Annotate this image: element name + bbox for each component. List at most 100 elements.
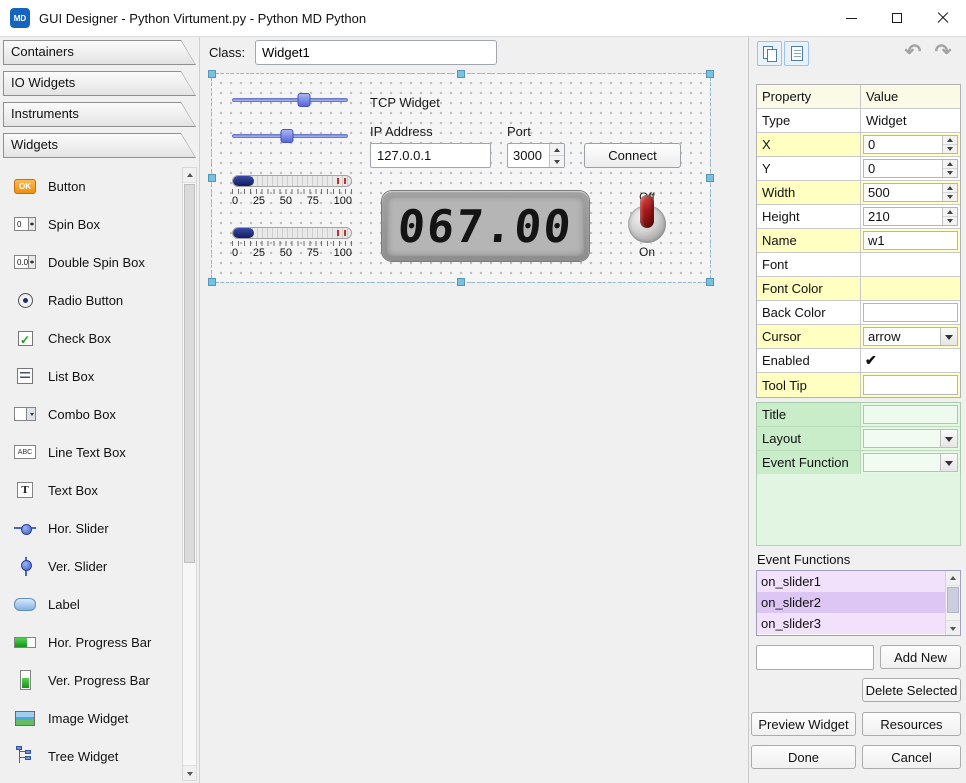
slider-knob[interactable] [297, 93, 310, 107]
palette-item-ver-slider[interactable]: Ver. Slider [0, 547, 183, 585]
scale-slider-1[interactable]: 0255075100 [232, 175, 352, 207]
scale-slider-2[interactable]: 0255075100 [232, 227, 352, 259]
palette-item-check-box[interactable]: Check Box [0, 319, 183, 357]
resize-handle[interactable] [457, 278, 465, 286]
back-color-input[interactable] [863, 303, 958, 322]
spin-down-icon[interactable] [550, 156, 564, 167]
new-event-input[interactable] [756, 645, 874, 670]
class-name-input[interactable] [255, 40, 497, 65]
palette-item-double-spin-box[interactable]: 0.0 Double Spin Box [0, 243, 183, 281]
spin-up-icon[interactable] [943, 208, 957, 217]
spin-down-icon[interactable] [943, 193, 957, 201]
section-instruments[interactable]: Instruments [3, 102, 196, 127]
maximize-button[interactable] [874, 0, 920, 36]
name-input[interactable]: w1 [863, 231, 958, 250]
minimize-button[interactable] [828, 0, 874, 36]
ip-address-input[interactable]: 127.0.0.1 [370, 143, 491, 168]
resize-handle[interactable] [208, 278, 216, 286]
preview-widget-button[interactable]: Preview Widget [751, 712, 856, 736]
scrollbar-thumb[interactable] [184, 184, 195, 563]
lcd-display: 067.00 [382, 191, 589, 261]
slider-knob[interactable] [280, 129, 293, 143]
scroll-up-icon[interactable] [946, 571, 960, 586]
x-spinbox[interactable]: 0 [863, 135, 958, 154]
connect-button[interactable]: Connect [584, 143, 681, 168]
spin-up-icon[interactable] [943, 184, 957, 193]
minimize-icon [846, 18, 857, 19]
slider-handle[interactable] [233, 228, 254, 238]
redo-button[interactable] [931, 41, 955, 65]
palette-item-tree-widget[interactable]: Tree Widget [0, 737, 183, 775]
undo-button[interactable] [901, 41, 925, 65]
toggle-knob[interactable] [628, 205, 666, 243]
section-io-widgets[interactable]: IO Widgets [3, 71, 196, 96]
design-canvas[interactable]: TCP Widget IP Address Port 127.0.0.1 300… [211, 73, 711, 283]
resources-button[interactable]: Resources [862, 712, 961, 736]
palette-item-list-box[interactable]: List Box [0, 357, 183, 395]
spin-down-icon[interactable] [943, 217, 957, 225]
h-slider-1[interactable] [232, 92, 348, 108]
palette-item-text-box[interactable]: T Text Box [0, 471, 183, 509]
spin-up-icon[interactable] [943, 136, 957, 145]
done-button[interactable]: Done [751, 745, 856, 769]
resize-handle[interactable] [208, 174, 216, 182]
add-new-button[interactable]: Add New [880, 645, 961, 669]
scroll-down-icon[interactable] [946, 620, 960, 635]
palette-item-label[interactable]: Label [0, 585, 183, 623]
title-input[interactable] [863, 405, 958, 424]
cursor-dropdown[interactable]: arrow [863, 327, 958, 346]
tool-tip-input[interactable] [863, 375, 958, 395]
resize-handle[interactable] [706, 174, 714, 182]
resize-handle[interactable] [208, 70, 216, 78]
slider-handle[interactable] [233, 176, 254, 186]
palette-item-line-text-box[interactable]: ABC Line Text Box [0, 433, 183, 471]
list-item-selected[interactable]: on_slider2 [757, 592, 946, 613]
chevron-down-icon[interactable] [940, 328, 957, 345]
palette-item-image-widget[interactable]: Image Widget [0, 699, 183, 737]
close-button[interactable] [920, 0, 966, 36]
port-spinbox[interactable]: 3000 [507, 143, 565, 168]
scrollbar-thumb[interactable] [947, 587, 959, 613]
spin-down-icon[interactable] [943, 145, 957, 153]
delete-selected-button[interactable]: Delete Selected [862, 678, 961, 702]
event-function-dropdown[interactable] [863, 453, 958, 472]
list-item[interactable]: on_slider1 [757, 571, 946, 592]
paste-button[interactable] [784, 41, 809, 66]
enabled-checkbox[interactable]: ✔ [861, 352, 877, 369]
palette-item-hor-slider[interactable]: Hor. Slider [0, 509, 183, 547]
list-item[interactable]: on_slider3 [757, 613, 946, 634]
width-spinbox[interactable]: 500 [863, 183, 958, 202]
section-containers[interactable]: Containers [3, 40, 196, 65]
spin-up-icon[interactable] [943, 160, 957, 169]
resize-handle[interactable] [706, 70, 714, 78]
scroll-down-icon[interactable] [183, 765, 196, 780]
copy-button[interactable] [757, 41, 782, 66]
palette-item-spin-box[interactable]: 0 Spin Box [0, 205, 183, 243]
button-icon: OK [13, 174, 37, 198]
event-list-scrollbar[interactable] [945, 571, 960, 635]
palette-item-combo-box[interactable]: Combo Box [0, 395, 183, 433]
font-color-value-cell[interactable] [861, 277, 960, 301]
layout-dropdown[interactable] [863, 429, 958, 448]
resize-handle[interactable] [457, 70, 465, 78]
palette-item-hor-progress-bar[interactable]: Hor. Progress Bar [0, 623, 183, 661]
scroll-up-icon[interactable] [183, 168, 196, 183]
spin-up-icon[interactable] [550, 144, 564, 156]
property-row-y: Y 0 [757, 157, 960, 181]
palette-item-button[interactable]: OK Button [0, 167, 183, 205]
sidebar-scrollbar[interactable] [182, 167, 197, 781]
spin-down-icon[interactable] [943, 169, 957, 177]
chevron-down-icon[interactable] [940, 454, 957, 471]
property-row-back-color: Back Color [757, 301, 960, 325]
toggle-switch[interactable]: Off On [624, 190, 670, 259]
font-value-cell[interactable] [861, 253, 960, 277]
h-slider-2[interactable] [232, 128, 348, 144]
y-spinbox[interactable]: 0 [863, 159, 958, 178]
section-widgets[interactable]: Widgets [3, 133, 196, 158]
chevron-down-icon[interactable] [940, 430, 957, 447]
height-spinbox[interactable]: 210 [863, 207, 958, 226]
resize-handle[interactable] [706, 278, 714, 286]
cancel-button[interactable]: Cancel [862, 745, 961, 769]
palette-item-ver-progress-bar[interactable]: Ver. Progress Bar [0, 661, 183, 699]
palette-item-radio-button[interactable]: Radio Button [0, 281, 183, 319]
